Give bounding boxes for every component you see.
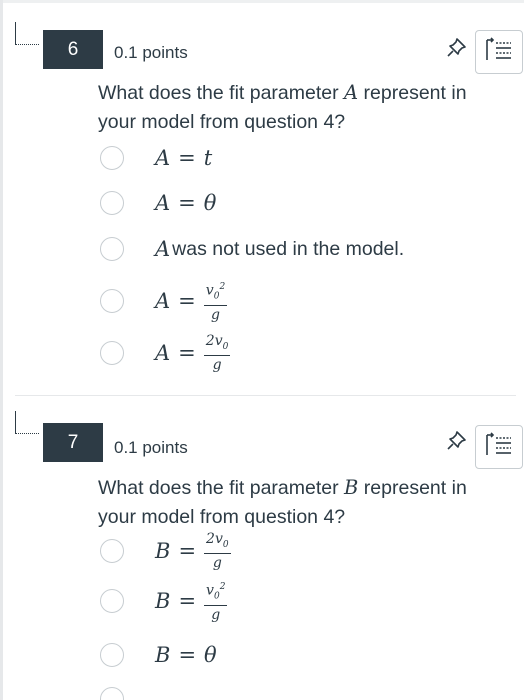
answer-option[interactable]: Awas not used in the model. [100,234,404,264]
question-6: 6 0.1 points What does the fit parameter… [0,0,524,395]
flag-icon[interactable] [15,22,39,45]
question-list-button[interactable] [475,425,523,469]
question-points: 0.1 points [114,43,188,62]
radio-button[interactable] [100,191,124,215]
answer-label: B = v02 g [155,579,228,623]
flag-icon[interactable] [15,411,39,434]
question-number-badge: 6 [43,30,103,69]
list-icon [484,36,514,68]
answer-option[interactable]: A = v02 g [100,279,228,323]
answer-label: A = θ [155,191,217,215]
question-text: What does the fit parameter A represent … [98,81,467,133]
question-7: 7 0.1 points What does the fit parameter… [0,395,524,700]
radio-button[interactable] [100,146,124,170]
answer-label: Awas not used in the model. [155,237,405,261]
answer-option[interactable]: A = θ [100,188,216,218]
fraction: 2v0 g [204,530,231,572]
answer-option[interactable]: B = θ [100,640,217,670]
radio-button[interactable] [100,687,124,700]
question-points: 0.1 points [114,438,188,457]
answer-option[interactable]: A = 2v0 g [100,333,231,373]
radio-button[interactable] [100,237,124,261]
radio-button[interactable] [100,589,124,613]
radio-button[interactable] [100,643,124,667]
answer-option[interactable]: A = t [100,143,212,173]
question-divider [15,395,516,396]
question-number-badge: 7 [43,423,103,462]
answer-label: B = 2v0 g [155,530,231,572]
answer-label: A = t [155,146,213,170]
pin-icon[interactable] [446,429,468,451]
radio-button[interactable] [100,539,124,563]
fraction: v02 g [204,579,228,623]
radio-button[interactable] [100,341,124,365]
pin-icon[interactable] [446,36,468,58]
radio-button[interactable] [100,289,124,313]
answer-label: A = 2v0 g [155,332,231,374]
answer-option[interactable]: B = 2v0 g [100,531,231,571]
question-text: What does the fit parameter B represent … [98,476,467,528]
answer-label: A = v02 g [155,279,228,323]
fraction: v02 g [203,279,228,323]
quiz-page: 6 0.1 points What does the fit parameter… [0,0,524,700]
question-list-button[interactable] [475,30,523,74]
answer-option[interactable]: B = v02 g [100,579,228,623]
answer-label: B = θ [155,643,217,667]
fraction: 2v0 g [203,332,231,374]
list-icon [484,431,514,463]
